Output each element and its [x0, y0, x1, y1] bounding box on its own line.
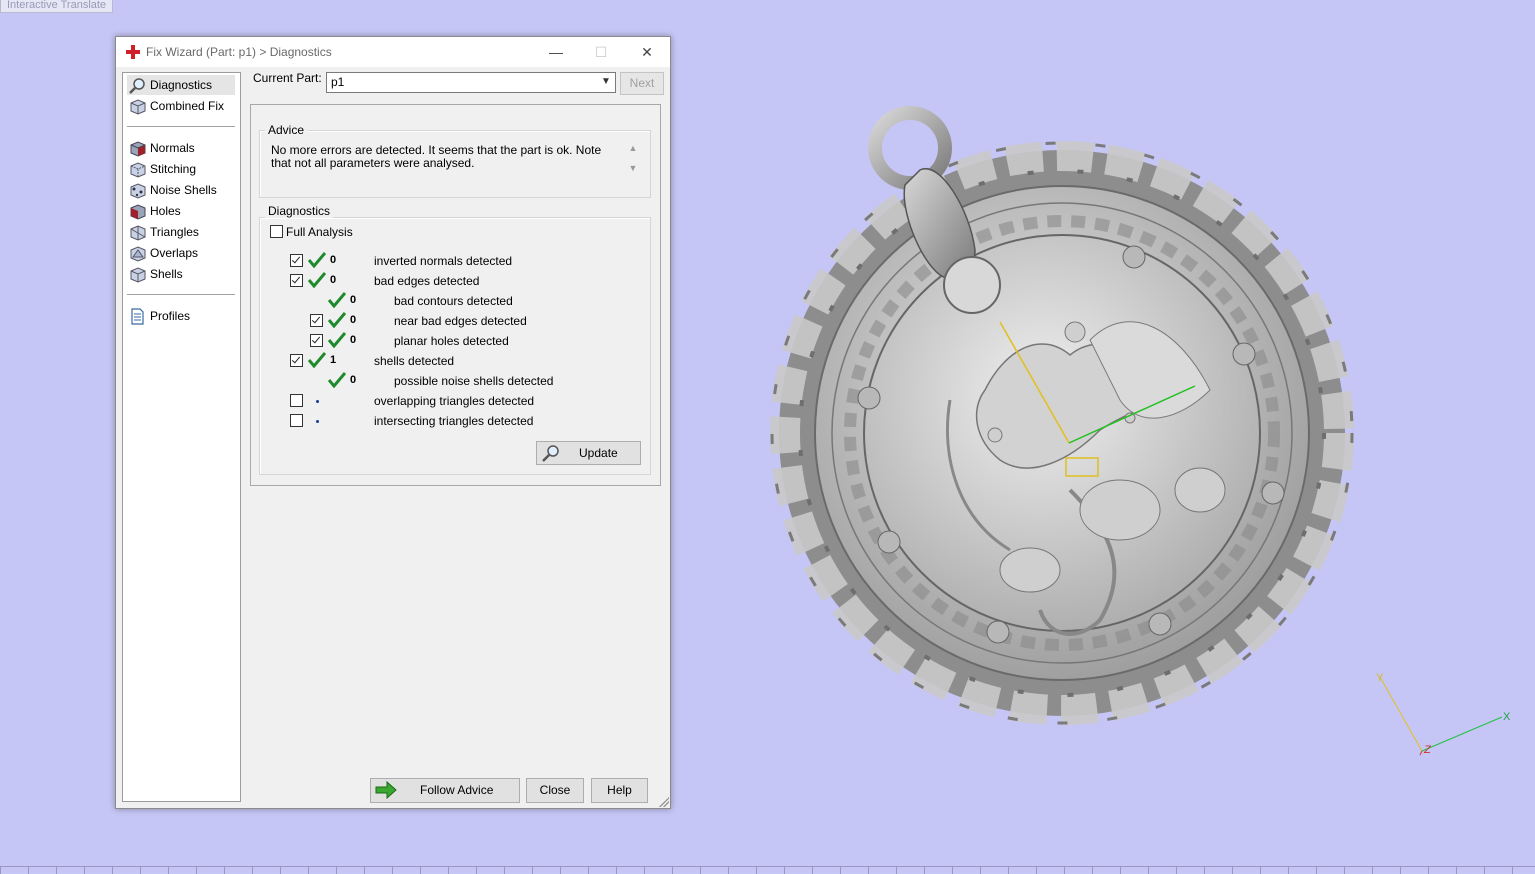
bad-contours-count: 0: [350, 294, 357, 306]
sidebar-divider: [127, 126, 235, 128]
sidebar-item-label: Triangles: [150, 225, 199, 239]
next-button[interactable]: Next: [620, 72, 664, 95]
shells-count: 1: [330, 354, 337, 366]
update-button[interactable]: Update: [536, 441, 641, 465]
sidebar-item-label: Holes: [150, 204, 181, 218]
overlaps-cube-icon: [130, 246, 146, 262]
bad-edges-label: bad edges detected: [374, 274, 480, 288]
overlapping-triangles-checkbox[interactable]: [290, 394, 303, 407]
green-arrow-icon: [375, 781, 397, 799]
axis-y-label: Y: [1376, 672, 1384, 684]
near-bad-edges-label: near bad edges detected: [394, 314, 527, 328]
check-icon: [308, 252, 326, 268]
sidebar-item-label: Overlaps: [150, 246, 199, 260]
follow-advice-button[interactable]: Follow Advice: [370, 778, 520, 803]
cube-gear-icon: [130, 99, 146, 115]
pendant-model[interactable]: [770, 100, 1360, 740]
advice-text: No more errors are detected. It seems th…: [271, 143, 602, 170]
sidebar-item-overlaps[interactable]: Overlaps: [127, 243, 235, 263]
sidebar-item-label: Diagnostics: [150, 78, 213, 92]
check-icon: [328, 372, 346, 388]
planar-holes-label: planar holes detected: [394, 334, 509, 348]
sidebar-item-holes[interactable]: Holes: [127, 201, 235, 221]
axis-z-label: Z: [1424, 744, 1431, 756]
inverted-normals-label: inverted normals detected: [374, 254, 513, 268]
minimize-button[interactable]: —: [541, 41, 571, 63]
noise-shells-count: 0: [350, 374, 357, 386]
sidebar-item-normals[interactable]: Normals: [127, 138, 235, 158]
shells-checkbox[interactable]: [290, 354, 303, 367]
full-analysis-label: Full Analysis: [286, 225, 353, 239]
stitching-cube-icon: [130, 162, 146, 178]
sidebar-item-noise-shells[interactable]: Noise Shells: [127, 180, 235, 200]
sidebar-item-stitching[interactable]: Stitching: [127, 159, 235, 179]
update-label: Update: [579, 446, 618, 460]
normals-cube-icon: [130, 141, 146, 157]
near-bad-edges-count: 0: [350, 314, 357, 326]
current-part-label: Current Part:: [253, 71, 322, 85]
document-icon: [131, 308, 144, 325]
sidebar-item-label: Profiles: [150, 309, 191, 323]
check-icon: [328, 332, 346, 348]
intersecting-triangles-checkbox[interactable]: [290, 414, 303, 427]
inverted-normals-count: 0: [330, 254, 337, 266]
full-analysis-checkbox[interactable]: [270, 225, 283, 238]
check-icon: [308, 272, 326, 288]
close-button[interactable]: Close: [526, 778, 584, 803]
follow-advice-label: Follow Advice: [420, 783, 494, 797]
help-button[interactable]: Help: [591, 778, 648, 803]
resize-grip[interactable]: [659, 797, 669, 807]
diagnostics-legend: Diagnostics: [265, 204, 334, 218]
sidebar-item-combined-fix[interactable]: Combined Fix: [127, 96, 235, 116]
current-part-value: p1: [331, 75, 345, 89]
axis-x-label: X: [1503, 711, 1511, 723]
pending-dot-icon: [316, 400, 319, 403]
sidebar-item-label: Combined Fix: [150, 99, 225, 113]
near-bad-edges-checkbox[interactable]: [310, 314, 323, 327]
dialog-titlebar[interactable]: Fix Wizard (Part: p1) > Diagnostics — ☐ …: [116, 37, 670, 67]
sidebar-divider: [127, 294, 235, 296]
pending-dot-icon: [316, 420, 319, 423]
intersecting-triangles-label: intersecting triangles detected: [374, 414, 534, 428]
bad-edges-count: 0: [330, 274, 337, 286]
triangles-cube-icon: [130, 225, 146, 241]
chevron-down-icon: ▼: [601, 76, 611, 87]
sidebar-item-label: Noise Shells: [150, 183, 217, 197]
check-icon: [328, 312, 346, 328]
sidebar-item-triangles[interactable]: Triangles: [127, 222, 235, 242]
red-cross-icon: [126, 45, 140, 59]
sidebar-item-profiles[interactable]: Profiles: [127, 306, 235, 326]
sidebar-item-label: Stitching: [150, 162, 197, 176]
sidebar-item-label: Shells: [150, 267, 183, 281]
sidebar-item-diagnostics[interactable]: Diagnostics: [127, 75, 235, 95]
inverted-normals-checkbox[interactable]: [290, 254, 303, 267]
overlapping-triangles-label: overlapping triangles detected: [374, 394, 535, 408]
advice-legend: Advice: [265, 123, 308, 137]
check-icon: [328, 292, 346, 308]
sidebar-item-shells[interactable]: Shells: [127, 264, 235, 284]
noise-shells-label: possible noise shells detected: [394, 374, 554, 388]
planar-holes-count: 0: [350, 334, 357, 346]
magnifier-icon: [129, 78, 145, 94]
sidebar-item-label: Normals: [150, 141, 195, 155]
shells-cube-icon: [130, 267, 146, 283]
shells-label: shells detected: [374, 354, 455, 368]
close-window-button[interactable]: ✕: [632, 41, 662, 63]
bad-edges-checkbox[interactable]: [290, 274, 303, 287]
interaction-mode-label: Interactive Translate: [0, 0, 114, 13]
bad-contours-label: bad contours detected: [394, 294, 513, 308]
axis-triad: [1379, 676, 1503, 756]
fix-wizard-sidebar: Diagnostics Combined Fix Normals Stitchi…: [122, 72, 241, 802]
current-part-select[interactable]: p1 ▼: [326, 72, 616, 93]
advice-scrollbar[interactable]: ▲ ▼: [628, 143, 638, 189]
check-icon: [308, 352, 326, 368]
fix-wizard-dialog: Fix Wizard (Part: p1) > Diagnostics — ☐ …: [115, 36, 671, 809]
planar-holes-checkbox[interactable]: [310, 334, 323, 347]
noise-shells-icon: [130, 183, 146, 199]
magnifier-icon: [542, 445, 559, 462]
dialog-title: Fix Wizard (Part: p1) > Diagnostics: [146, 45, 332, 59]
holes-cube-icon: [130, 204, 146, 220]
maximize-button[interactable]: ☐: [586, 41, 616, 63]
